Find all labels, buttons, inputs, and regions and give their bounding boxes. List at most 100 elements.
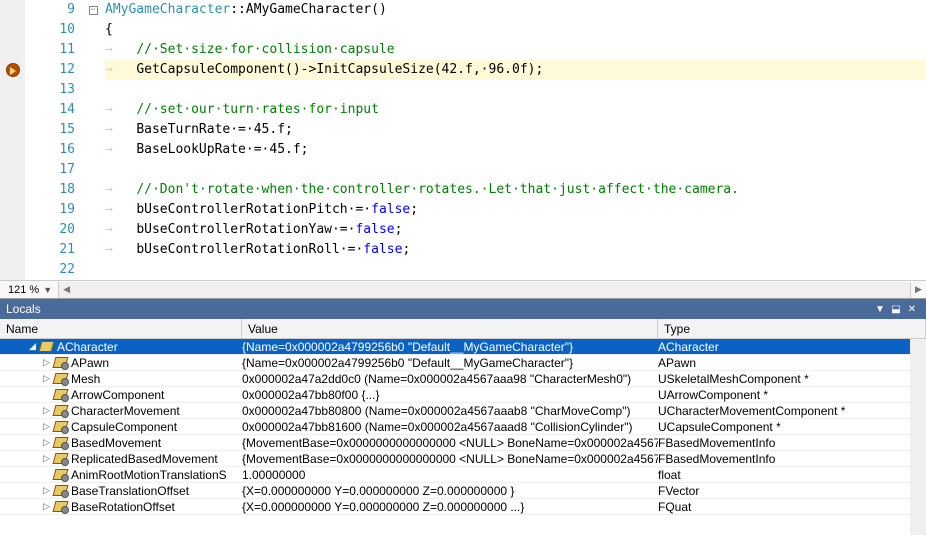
- variable-type: USkeletalMeshComponent *: [658, 372, 910, 386]
- variable-icon: [40, 341, 53, 352]
- expander-icon[interactable]: ▷: [42, 438, 51, 447]
- line-number: 16: [25, 140, 75, 160]
- variable-type: UCharacterMovementComponent *: [658, 404, 910, 418]
- expander-icon[interactable]: ▷: [42, 406, 51, 415]
- code-line[interactable]: → //·Set·size·for·collision·capsule: [105, 40, 926, 60]
- close-icon[interactable]: ✕: [904, 304, 920, 315]
- line-number: 18: [25, 180, 75, 200]
- zoom-level[interactable]: 121 %: [0, 284, 43, 296]
- variable-row[interactable]: ▷ BaseTranslationOffset {X=0.000000000 Y=0…: [0, 483, 910, 499]
- variable-value: {X=0.000000000 Y=0.000000000 Z=0.0000000…: [242, 484, 658, 498]
- variable-value: 1.00000000: [242, 468, 658, 482]
- code-line[interactable]: → //·set·our·turn·rates·for·input: [105, 100, 926, 120]
- variable-name: BasedMovement: [71, 436, 161, 450]
- line-number: 13: [25, 80, 75, 100]
- breakpoint-margin[interactable]: [0, 0, 25, 280]
- variable-icon: [54, 501, 67, 512]
- scroll-right-icon[interactable]: ▶: [910, 282, 926, 298]
- column-header-name[interactable]: Name: [0, 319, 242, 338]
- expander-icon[interactable]: ▷: [42, 502, 51, 511]
- code-line[interactable]: → bUseControllerRotationYaw·=·false;: [105, 220, 926, 240]
- code-line[interactable]: → bUseControllerRotationPitch·=·false;: [105, 200, 926, 220]
- expander-icon[interactable]: ▷: [42, 422, 51, 431]
- locals-grid-body[interactable]: ◢ACharacter{Name=0x000002a4799256b0 "Def…: [0, 339, 910, 535]
- line-number: 21: [25, 240, 75, 260]
- variable-row[interactable]: ArrowComponent0x000002a47bb80f00 {...}UA…: [0, 387, 910, 403]
- window-dropdown-icon[interactable]: ▼: [872, 304, 888, 315]
- code-line[interactable]: AMyGameCharacter::AMyGameCharacter(): [105, 0, 926, 20]
- line-number: 10: [25, 20, 75, 40]
- code-editor: 910111213141516171819202122 − AMyGameCha…: [0, 0, 926, 280]
- variable-value: {X=0.000000000 Y=0.000000000 Z=0.0000000…: [242, 500, 658, 514]
- variable-icon: [54, 421, 67, 432]
- variable-icon: [54, 453, 67, 464]
- variable-type: UCapsuleComponent *: [658, 420, 910, 434]
- variable-row[interactable]: ▷ CharacterMovement 0x000002a47bb80800 (Na…: [0, 403, 910, 419]
- breakpoint-icon[interactable]: [6, 63, 20, 77]
- variable-type: APawn: [658, 356, 910, 370]
- code-text-area[interactable]: AMyGameCharacter::AMyGameCharacter(){→ /…: [101, 0, 926, 280]
- expander-icon[interactable]: [42, 470, 51, 479]
- editor-footer: 121 % ▼ ◀ ▶: [0, 280, 926, 298]
- horizontal-scrollbar[interactable]: ◀: [58, 282, 910, 298]
- variable-row[interactable]: ▷ReplicatedBasedMovement{MovementBase=0x…: [0, 451, 910, 467]
- variable-icon: [54, 485, 67, 496]
- variable-icon: [54, 469, 67, 480]
- variable-icon: [54, 357, 67, 368]
- code-line[interactable]: → BaseLookUpRate·=·45.f;: [105, 140, 926, 160]
- line-number: 17: [25, 160, 75, 180]
- variable-type: UArrowComponent *: [658, 388, 910, 402]
- code-line[interactable]: → bUseControllerRotationRoll·=·false;: [105, 240, 926, 260]
- variable-value: 0x000002a47bb80800 (Name=0x000002a4567aa…: [242, 404, 658, 418]
- variable-name: Mesh: [71, 372, 100, 386]
- chevron-down-icon[interactable]: ▼: [43, 285, 58, 295]
- variable-name: CharacterMovement: [71, 404, 180, 418]
- code-line[interactable]: → //·Don't·rotate·when·the·controller·ro…: [105, 180, 926, 200]
- line-number: 22: [25, 260, 75, 280]
- variable-value: {MovementBase=0x0000000000000000 <NULL> …: [242, 452, 658, 466]
- vertical-scrollbar[interactable]: [910, 339, 926, 535]
- variable-type: FVector: [658, 484, 910, 498]
- locals-panel: Locals ▼ ⬓ ✕ Name Value Type ◢ ACharacter…: [0, 298, 926, 535]
- pin-icon[interactable]: ⬓: [888, 304, 904, 315]
- expander-icon[interactable]: ▷: [42, 486, 51, 495]
- expander-icon[interactable]: [42, 390, 51, 399]
- expander-icon[interactable]: ◢: [28, 342, 37, 351]
- code-line[interactable]: → GetCapsuleComponent()->InitCapsuleSize…: [105, 60, 926, 80]
- variable-row[interactable]: ▷ BaseRotationOffset {X=0.000000000 Y=0.00…: [0, 499, 910, 515]
- variable-name: ArrowComponent: [71, 388, 164, 402]
- code-line[interactable]: [105, 80, 926, 100]
- expander-icon[interactable]: ▷: [42, 374, 51, 383]
- code-line[interactable]: [105, 260, 926, 280]
- locals-panel-header[interactable]: Locals ▼ ⬓ ✕: [0, 299, 926, 319]
- outline-margin[interactable]: −: [85, 0, 101, 280]
- line-number: 15: [25, 120, 75, 140]
- variable-row[interactable]: ▷BasedMovement{MovementBase=0x0000000000…: [0, 435, 910, 451]
- line-number: 9: [25, 0, 75, 20]
- variable-icon: [54, 405, 67, 416]
- variable-name: APawn: [71, 356, 109, 370]
- line-number-gutter: 910111213141516171819202122: [25, 0, 85, 280]
- variable-name: BaseTranslationOffset: [71, 484, 189, 498]
- variable-row[interactable]: AnimRootMotionTranslationS1.00000000floa…: [0, 467, 910, 483]
- column-header-type[interactable]: Type: [658, 319, 926, 338]
- line-number: 20: [25, 220, 75, 240]
- variable-row[interactable]: ▷CapsuleComponent0x000002a47bb81600 (Nam…: [0, 419, 910, 435]
- code-line[interactable]: [105, 160, 926, 180]
- expander-icon[interactable]: ▷: [42, 454, 51, 463]
- code-line[interactable]: → BaseTurnRate·=·45.f;: [105, 120, 926, 140]
- variable-row[interactable]: ▷APawn{Name=0x000002a4799256b0 "Default_…: [0, 355, 910, 371]
- expander-icon[interactable]: ▷: [42, 358, 51, 367]
- line-number: 14: [25, 100, 75, 120]
- variable-row[interactable]: ◢ACharacter{Name=0x000002a4799256b0 "Def…: [0, 339, 910, 355]
- variable-name: AnimRootMotionTranslationS: [71, 468, 227, 482]
- code-line[interactable]: {: [105, 20, 926, 40]
- scroll-left-icon[interactable]: ◀: [59, 284, 70, 295]
- variable-row[interactable]: ▷Mesh0x000002a47a2dd0c0 (Name=0x000002a4…: [0, 371, 910, 387]
- variable-icon: [54, 437, 67, 448]
- column-header-value[interactable]: Value: [242, 319, 658, 338]
- variable-name: BaseRotationOffset: [71, 500, 175, 514]
- collapse-icon[interactable]: −: [89, 6, 98, 15]
- variable-value: 0x000002a47bb81600 (Name=0x000002a4567aa…: [242, 420, 658, 434]
- variable-name: ACharacter: [57, 340, 118, 354]
